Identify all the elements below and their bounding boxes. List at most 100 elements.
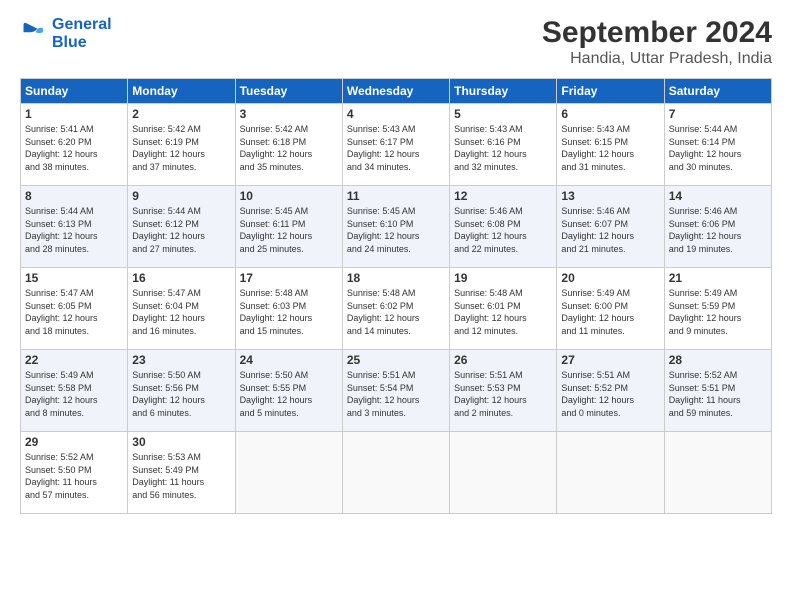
day-number: 11 [347, 189, 445, 203]
day-number: 25 [347, 353, 445, 367]
day-number: 29 [25, 435, 123, 449]
calendar-day-cell: 6 Sunrise: 5:43 AM Sunset: 6:15 PM Daylig… [557, 104, 664, 186]
day-info: Sunrise: 5:48 AM Sunset: 6:02 PM Dayligh… [347, 287, 445, 337]
calendar-day-cell: 9Sunrise: 5:44 AM Sunset: 6:12 PM Daylig… [128, 186, 235, 268]
title-area: September 2024 Handia, Uttar Pradesh, In… [542, 16, 772, 68]
calendar-day-cell: 2 Sunrise: 5:42 AM Sunset: 6:19 PM Daylig… [128, 104, 235, 186]
day-number: 4 [347, 107, 445, 121]
calendar-day-cell: 25 Sunrise: 5:51 AM Sunset: 5:54 PM Dayli… [342, 350, 449, 432]
calendar-week-row: 15 Sunrise: 5:47 AM Sunset: 6:05 PM Dayli… [21, 268, 772, 350]
day-number: 27 [561, 353, 659, 367]
calendar-day-cell: 29 Sunrise: 5:52 AM Sunset: 5:50 PM Dayli… [21, 432, 128, 514]
logo: General Blue [20, 16, 112, 52]
day-number: 13 [561, 189, 659, 203]
calendar-day-cell: 14 Sunrise: 5:46 AM Sunset: 6:06 PM Dayli… [664, 186, 771, 268]
calendar-day-cell: 16 Sunrise: 5:47 AM Sunset: 6:04 PM Dayli… [128, 268, 235, 350]
day-info: Sunrise: 5:43 AM Sunset: 6:17 PM Dayligh… [347, 123, 445, 173]
day-info: Sunrise: 5:46 AM Sunset: 6:07 PM Dayligh… [561, 205, 659, 255]
calendar-day-cell: 5 Sunrise: 5:43 AM Sunset: 6:16 PM Daylig… [450, 104, 557, 186]
calendar-day-cell: 26Sunrise: 5:51 AM Sunset: 5:53 PM Dayli… [450, 350, 557, 432]
day-info: Sunrise: 5:42 AM Sunset: 6:19 PM Dayligh… [132, 123, 230, 173]
calendar-header-cell: Thursday [450, 79, 557, 104]
calendar-day-cell: 1 Sunrise: 5:41 AM Sunset: 6:20 PM Daylig… [21, 104, 128, 186]
day-number: 23 [132, 353, 230, 367]
calendar-header-cell: Wednesday [342, 79, 449, 104]
day-number: 17 [240, 271, 338, 285]
day-number: 30 [132, 435, 230, 449]
day-number: 1 [25, 107, 123, 121]
day-info: Sunrise: 5:48 AM Sunset: 6:03 PM Dayligh… [240, 287, 338, 337]
logo-text: General Blue [52, 16, 112, 52]
day-number: 10 [240, 189, 338, 203]
day-number: 28 [669, 353, 767, 367]
calendar-day-cell: 17 Sunrise: 5:48 AM Sunset: 6:03 PM Dayli… [235, 268, 342, 350]
calendar-header-row: SundayMondayTuesdayWednesdayThursdayFrid… [21, 79, 772, 104]
day-number: 2 [132, 107, 230, 121]
day-number: 22 [25, 353, 123, 367]
day-info: Sunrise: 5:43 AM Sunset: 6:15 PM Dayligh… [561, 123, 659, 173]
calendar-day-cell: 8 Sunrise: 5:44 AM Sunset: 6:13 PM Daylig… [21, 186, 128, 268]
calendar-day-cell: 12 Sunrise: 5:46 AM Sunset: 6:08 PM Dayli… [450, 186, 557, 268]
day-number: 16 [132, 271, 230, 285]
day-number: 14 [669, 189, 767, 203]
calendar-day-cell: 21Sunrise: 5:49 AM Sunset: 5:59 PM Dayli… [664, 268, 771, 350]
day-info: Sunrise: 5:52 AM Sunset: 5:50 PM Dayligh… [25, 451, 123, 501]
calendar-header-cell: Tuesday [235, 79, 342, 104]
day-number: 26 [454, 353, 552, 367]
day-info: Sunrise: 5:50 AM Sunset: 5:55 PM Dayligh… [240, 369, 338, 419]
day-number: 19 [454, 271, 552, 285]
day-number: 18 [347, 271, 445, 285]
calendar-day-cell: 20 Sunrise: 5:49 AM Sunset: 6:00 PM Dayli… [557, 268, 664, 350]
day-number: 12 [454, 189, 552, 203]
calendar-header-cell: Monday [128, 79, 235, 104]
day-number: 20 [561, 271, 659, 285]
calendar-day-cell: 10 Sunrise: 5:45 AM Sunset: 6:11 PM Dayli… [235, 186, 342, 268]
calendar-day-cell: 27Sunrise: 5:51 AM Sunset: 5:52 PM Dayli… [557, 350, 664, 432]
day-info: Sunrise: 5:45 AM Sunset: 6:10 PM Dayligh… [347, 205, 445, 255]
calendar-day-cell: 11 Sunrise: 5:45 AM Sunset: 6:10 PM Dayli… [342, 186, 449, 268]
calendar-day-cell: 15 Sunrise: 5:47 AM Sunset: 6:05 PM Dayli… [21, 268, 128, 350]
day-number: 15 [25, 271, 123, 285]
calendar-day-cell: 30 Sunrise: 5:53 AM Sunset: 5:49 PM Dayli… [128, 432, 235, 514]
day-info: Sunrise: 5:53 AM Sunset: 5:49 PM Dayligh… [132, 451, 230, 501]
calendar-day-cell [235, 432, 342, 514]
calendar-day-cell: 7Sunrise: 5:44 AM Sunset: 6:14 PM Daylig… [664, 104, 771, 186]
day-info: Sunrise: 5:47 AM Sunset: 6:05 PM Dayligh… [25, 287, 123, 337]
calendar-day-cell: 19Sunrise: 5:48 AM Sunset: 6:01 PM Dayli… [450, 268, 557, 350]
calendar-day-cell: 18 Sunrise: 5:48 AM Sunset: 6:02 PM Dayli… [342, 268, 449, 350]
day-info: Sunrise: 5:46 AM Sunset: 6:06 PM Dayligh… [669, 205, 767, 255]
day-info: Sunrise: 5:50 AM Sunset: 5:56 PM Dayligh… [132, 369, 230, 419]
day-number: 6 [561, 107, 659, 121]
page-subtitle: Handia, Uttar Pradesh, India [542, 50, 772, 68]
day-info: Sunrise: 5:44 AM Sunset: 6:12 PM Dayligh… [132, 205, 230, 255]
logo-icon [20, 20, 48, 48]
day-info: Sunrise: 5:42 AM Sunset: 6:18 PM Dayligh… [240, 123, 338, 173]
page: General Blue September 2024 Handia, Utta… [0, 0, 792, 612]
day-info: Sunrise: 5:46 AM Sunset: 6:08 PM Dayligh… [454, 205, 552, 255]
day-number: 24 [240, 353, 338, 367]
day-number: 7 [669, 107, 767, 121]
calendar-table: SundayMondayTuesdayWednesdayThursdayFrid… [20, 78, 772, 514]
day-info: Sunrise: 5:44 AM Sunset: 6:13 PM Dayligh… [25, 205, 123, 255]
calendar-day-cell: 24 Sunrise: 5:50 AM Sunset: 5:55 PM Dayli… [235, 350, 342, 432]
day-number: 5 [454, 107, 552, 121]
day-info: Sunrise: 5:45 AM Sunset: 6:11 PM Dayligh… [240, 205, 338, 255]
day-number: 3 [240, 107, 338, 121]
calendar-day-cell [342, 432, 449, 514]
calendar-day-cell: 23 Sunrise: 5:50 AM Sunset: 5:56 PM Dayli… [128, 350, 235, 432]
calendar-week-row: 1 Sunrise: 5:41 AM Sunset: 6:20 PM Daylig… [21, 104, 772, 186]
calendar-day-cell [450, 432, 557, 514]
day-info: Sunrise: 5:49 AM Sunset: 5:58 PM Dayligh… [25, 369, 123, 419]
day-info: Sunrise: 5:43 AM Sunset: 6:16 PM Dayligh… [454, 123, 552, 173]
day-info: Sunrise: 5:51 AM Sunset: 5:54 PM Dayligh… [347, 369, 445, 419]
calendar-day-cell: 13 Sunrise: 5:46 AM Sunset: 6:07 PM Dayli… [557, 186, 664, 268]
calendar-week-row: 29 Sunrise: 5:52 AM Sunset: 5:50 PM Dayli… [21, 432, 772, 514]
day-info: Sunrise: 5:49 AM Sunset: 6:00 PM Dayligh… [561, 287, 659, 337]
day-number: 8 [25, 189, 123, 203]
calendar-header-cell: Sunday [21, 79, 128, 104]
day-info: Sunrise: 5:47 AM Sunset: 6:04 PM Dayligh… [132, 287, 230, 337]
calendar-day-cell: 3 Sunrise: 5:42 AM Sunset: 6:18 PM Daylig… [235, 104, 342, 186]
day-info: Sunrise: 5:41 AM Sunset: 6:20 PM Dayligh… [25, 123, 123, 173]
header: General Blue September 2024 Handia, Utta… [20, 16, 772, 68]
day-info: Sunrise: 5:52 AM Sunset: 5:51 PM Dayligh… [669, 369, 767, 419]
